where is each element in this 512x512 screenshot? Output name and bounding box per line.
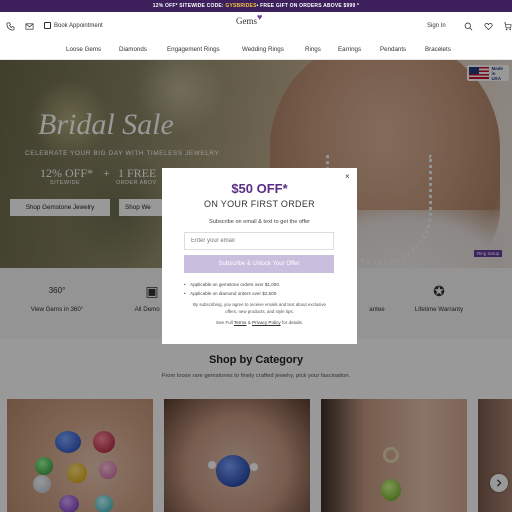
signup-modal: × $50 OFF* ON YOUR FIRST ORDER Subscribe…: [162, 168, 357, 344]
modal-subheadline: ON YOUR FIRST ORDER: [204, 199, 315, 209]
offer-term-item: Applicable on diamond orders over $2,500…: [184, 291, 344, 296]
close-icon[interactable]: ×: [345, 172, 350, 181]
nav-item-bracelets[interactable]: Bracelets: [425, 46, 451, 53]
logo-mark: ♥: [257, 12, 263, 22]
offer-term-item: Applicable on gemstone orders over $1,00…: [184, 282, 344, 287]
phone-icon[interactable]: [6, 22, 15, 31]
main-nav: Loose Gems Diamonds Engagement Rings Wed…: [0, 40, 512, 60]
nav-item-wedding-rings[interactable]: Wedding Rings: [242, 46, 284, 53]
sign-in-link[interactable]: Sign In: [427, 23, 446, 29]
terms-prefix: See Full: [215, 320, 234, 325]
email-field[interactable]: [184, 232, 334, 250]
nav-item-pendants[interactable]: Pendants: [380, 46, 406, 53]
cart-icon[interactable]: [503, 22, 512, 31]
nav-item-earrings[interactable]: Earrings: [338, 46, 361, 53]
calendar-icon: [44, 22, 51, 29]
terms-suffix: for details.: [280, 320, 304, 325]
privacy-policy-link[interactable]: Privacy Policy: [252, 320, 281, 325]
logo-text: Gems: [236, 16, 257, 26]
promo-text-2: • FREE GIFT ON ORDERS ABOVE $999 *: [256, 3, 360, 9]
promo-bar[interactable]: 12% OFF* SITEWIDE CODE: GYSBRIDES • FREE…: [0, 0, 512, 12]
search-icon[interactable]: [464, 22, 473, 31]
legal-text: By subscribing, you agree to receive ema…: [192, 302, 326, 314]
book-appointment-link[interactable]: Book Appointment: [44, 22, 103, 29]
subscribe-button[interactable]: Subscribe & Unlock Your Offer: [184, 255, 334, 273]
heart-icon[interactable]: [484, 22, 493, 31]
promo-text: 12% OFF* SITEWIDE CODE:: [152, 3, 224, 9]
nav-item-engagement-rings[interactable]: Engagement Rings: [167, 46, 220, 53]
modal-description: Subscribe on email & text to get the off…: [209, 219, 310, 225]
terms-text: See Full Terms & Privacy Policy for deta…: [162, 320, 357, 325]
mail-icon[interactable]: [25, 22, 34, 31]
nav-item-rings[interactable]: Rings: [305, 46, 321, 53]
modal-headline: $50 OFF*: [231, 181, 288, 196]
promo-code: GYSBRIDES: [225, 3, 257, 9]
nav-item-diamonds[interactable]: Diamonds: [119, 46, 147, 53]
site-logo[interactable]: Gems♥: [236, 12, 262, 26]
terms-link[interactable]: Terms: [234, 320, 247, 325]
nav-item-loose-gems[interactable]: Loose Gems: [66, 46, 101, 53]
offer-terms-list: Applicable on gemstone orders over $1,00…: [184, 282, 344, 300]
book-appointment-label: Book Appointment: [54, 22, 103, 29]
